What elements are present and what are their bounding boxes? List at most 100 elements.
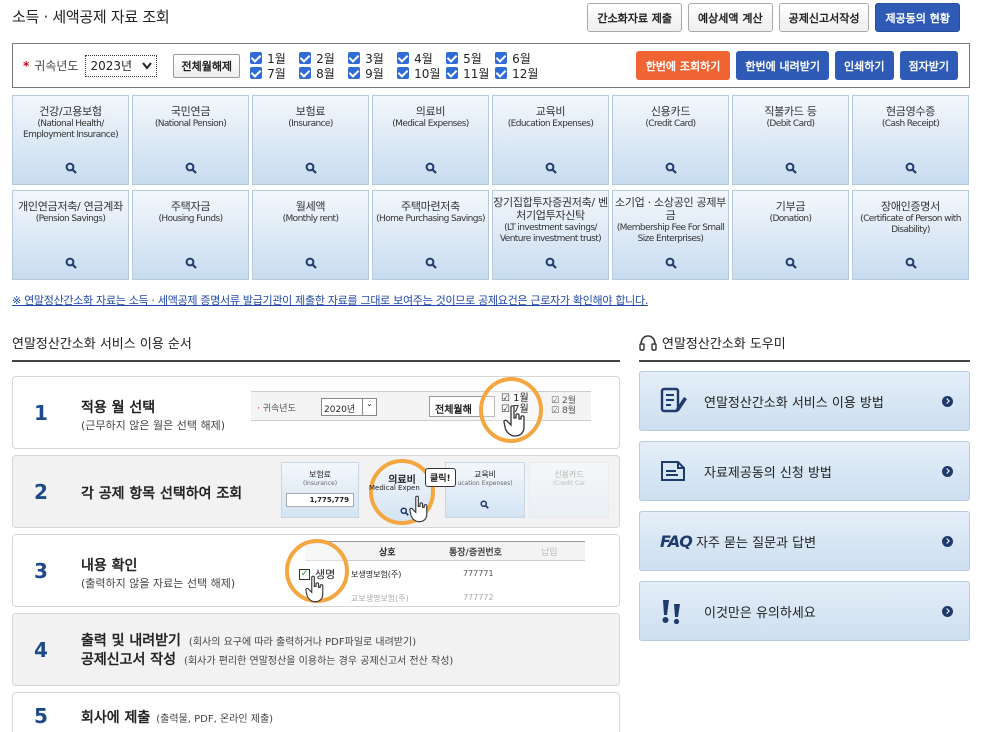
month-checkbox-3[interactable]: 3월 (348, 51, 397, 66)
category-subtitle: (Housing Funds) (158, 214, 224, 224)
search-icon (480, 500, 489, 509)
help-item-faq[interactable]: FAQ 자주 묻는 질문과 답변 (639, 511, 970, 571)
estimate-tax-button[interactable]: 예상세액 계산 (688, 3, 773, 32)
braille-button[interactable]: 점자받기 (899, 51, 958, 80)
month-checkbox-8[interactable]: 8월 (299, 66, 348, 81)
process-step-2: 2 각 공제 항목 선택하여 조회 보험료 (Insurance) 1,775,… (12, 455, 620, 528)
search-icon (905, 162, 917, 174)
consent-status-button[interactable]: 제공동의 현황 (875, 3, 960, 32)
help-item-caution[interactable]: 이것만은 유의하세요 (639, 581, 970, 641)
document-pen-icon (658, 387, 704, 415)
month-checkbox-7[interactable]: 7월 (250, 66, 299, 81)
chevron-down-icon: ⌄ (362, 399, 376, 415)
month-checkbox-5[interactable]: 5월 (446, 51, 495, 66)
category-title: 국민연금 (170, 105, 211, 118)
step-note: (출력물, PDF, 온라인 제출) (156, 714, 274, 725)
deduction-category-grid: 건강/고용보험 (National Health/ Employment Insu… (12, 95, 969, 280)
chevron-right-circle-icon (942, 536, 953, 547)
search-icon (305, 257, 317, 269)
process-step-5: 5 회사에 제출 (출력물, PDF, 온라인 제출) (12, 692, 620, 732)
illustration-category-insurance: 보험료 (Insurance) 1,775,779 (281, 462, 359, 518)
category-medical-expenses[interactable]: 의료비 (Medical Expenses) (372, 95, 489, 185)
category-monthly-rent[interactable]: 월세액 (Monthly rent) (252, 190, 369, 280)
month-checkbox-12[interactable]: 12월 (495, 66, 544, 81)
search-icon (425, 257, 437, 269)
illustration-row1-name: 보생명보험(주) (351, 570, 402, 579)
month-checkbox-4[interactable]: 4월 (397, 51, 446, 66)
year-label: 귀속년도 (34, 59, 79, 73)
month-checkbox-6[interactable]: 6월 (495, 51, 544, 66)
checkbox-checked-icon (446, 52, 459, 64)
highlight-ring: ☑ 1월 ☑ 7월 (479, 377, 543, 443)
step-number: 3 (34, 559, 48, 583)
help-item-service-guide[interactable]: 연말정산간소화 서비스 이용 방법 (639, 371, 970, 431)
illustration-year-label: · 귀속년도 (257, 404, 296, 414)
download-all-button[interactable]: 한번에 내려받기 (736, 51, 830, 80)
month-checkbox-9[interactable]: 9월 (348, 66, 397, 81)
month-label: 12월 (512, 66, 539, 81)
click-tooltip: 클릭! (425, 468, 456, 487)
category-debit-card[interactable]: 직불카드 등 (Debit Card) (732, 95, 849, 185)
category-cash-receipt[interactable]: 현금영수증 (Cash Receipt) (852, 95, 969, 185)
category-subtitle: (Certificate of Person with Disability) (860, 214, 961, 235)
deselect-all-months-button[interactable]: 전체월해제 (173, 53, 241, 78)
category-donation[interactable]: 기부금 (Donation) (732, 190, 849, 280)
step-subtitle: (근무하지 않은 월은 선택 해제) (81, 419, 226, 432)
print-button[interactable]: 인쇄하기 (835, 51, 894, 80)
month-checkbox-2[interactable]: 2월 (299, 51, 348, 66)
category-insurance[interactable]: 보험료 (Insurance) (252, 95, 369, 185)
month-checkbox-10[interactable]: 10월 (397, 66, 446, 81)
checkbox-checked-icon (495, 67, 508, 79)
category-title: 장기집합투자증권저축/ 벤처기업투자신탁 (493, 196, 608, 222)
chevron-right-circle-icon (942, 606, 953, 617)
category-subtitle: (Monthly rent) (282, 214, 339, 224)
category-pension-savings[interactable]: 개인연금저축/ 연금계좌 (Pension Savings) (12, 190, 129, 280)
category-subtitle: (Medical Expenses) (392, 119, 469, 129)
category-small-enterprise-fee[interactable]: 소기업 · 소상공인 공제부금 (Membership Fee For Small… (612, 190, 729, 280)
search-icon (665, 162, 677, 174)
search-icon (545, 257, 557, 269)
category-health-insurance[interactable]: 건강/고용보험 (National Health/ Employment Insu… (12, 95, 129, 185)
checkbox-checked-icon (495, 52, 508, 64)
process-step-1: 1 적용 월 선택 (근무하지 않은 월은 선택 해제) · 귀속년도 2020… (12, 376, 620, 449)
help-item-consent-guide[interactable]: 자료제공동의 신청 방법 (639, 441, 970, 501)
month-label: 9월 (365, 66, 384, 81)
illustration-month-labels: ☑ 2월 ☑ 8월 (551, 396, 576, 416)
category-housing-funds[interactable]: 주택자금 (Housing Funds) (132, 190, 249, 280)
month-label: 8월 (316, 66, 335, 81)
process-step-4: 4 출력 및 내려받기 (회사의 요구에 따라 출력하거나 PDF파일로 내려받기… (12, 613, 620, 686)
faq-icon: FAQ (660, 531, 693, 551)
illustration-row2-name: 교보생명보험(주) (351, 594, 409, 603)
category-title: 장애인증명서 (881, 200, 940, 213)
filter-action-group: 한번에 조회하기 한번에 내려받기 인쇄하기 점자받기 (635, 51, 958, 80)
helper-section-divider (639, 360, 970, 362)
step-note: (회사가 편리한 연말정산을 이용하는 경우 공제신고서 전산 작성) (184, 656, 454, 667)
month-checkbox-1[interactable]: 1월 (250, 51, 299, 66)
month-checkbox-11[interactable]: 11월 (446, 66, 495, 81)
illustration-col-account: 통장/증권번호 (449, 548, 502, 558)
illustration-row2-number: 777772 (463, 593, 494, 602)
query-all-button[interactable]: 한번에 조회하기 (635, 51, 731, 80)
category-subtitle: (National Pension) (154, 119, 227, 129)
illustration-year-select: 2020년 ⌄ (321, 398, 377, 416)
illustration-medical-subtitle: Medical Expen (369, 484, 420, 492)
category-lt-investment-savings[interactable]: 장기집합투자증권저축/ 벤처기업투자신탁 (LT investment savin… (492, 190, 609, 280)
category-home-purchasing-savings[interactable]: 주택마련저축 (Home Purchasing Savings) (372, 190, 489, 280)
page-title: 소득 · 세액공제 자료 조회 (12, 8, 170, 26)
notice-link[interactable]: ※ 연말정산간소화 자료는 소득 · 세액공제 증명서류 발급기관이 제출한 자… (12, 292, 648, 308)
category-credit-card[interactable]: 신용카드 (Credit Card) (612, 95, 729, 185)
search-icon (400, 507, 409, 516)
illustration-col-name: 상호 (379, 548, 396, 558)
checkbox-checked-icon (348, 67, 361, 79)
category-disability-certificate[interactable]: 장애인증명서 (Certificate of Person with Disabi… (852, 190, 969, 280)
category-title: 교육비 (535, 105, 566, 118)
category-national-pension[interactable]: 국민연금 (National Pension) (132, 95, 249, 185)
year-select[interactable]: 2023년 (85, 54, 158, 77)
checkbox-checked-icon (250, 52, 263, 64)
checkbox-checked-icon (299, 52, 312, 64)
category-subtitle: (Education Expenses) (507, 119, 594, 129)
search-icon (425, 162, 437, 174)
category-education-expenses[interactable]: 교육비 (Education Expenses) (492, 95, 609, 185)
submit-simplified-data-button[interactable]: 간소화자료 제출 (587, 3, 683, 32)
deduction-report-button[interactable]: 공제신고서작성 (778, 3, 870, 32)
